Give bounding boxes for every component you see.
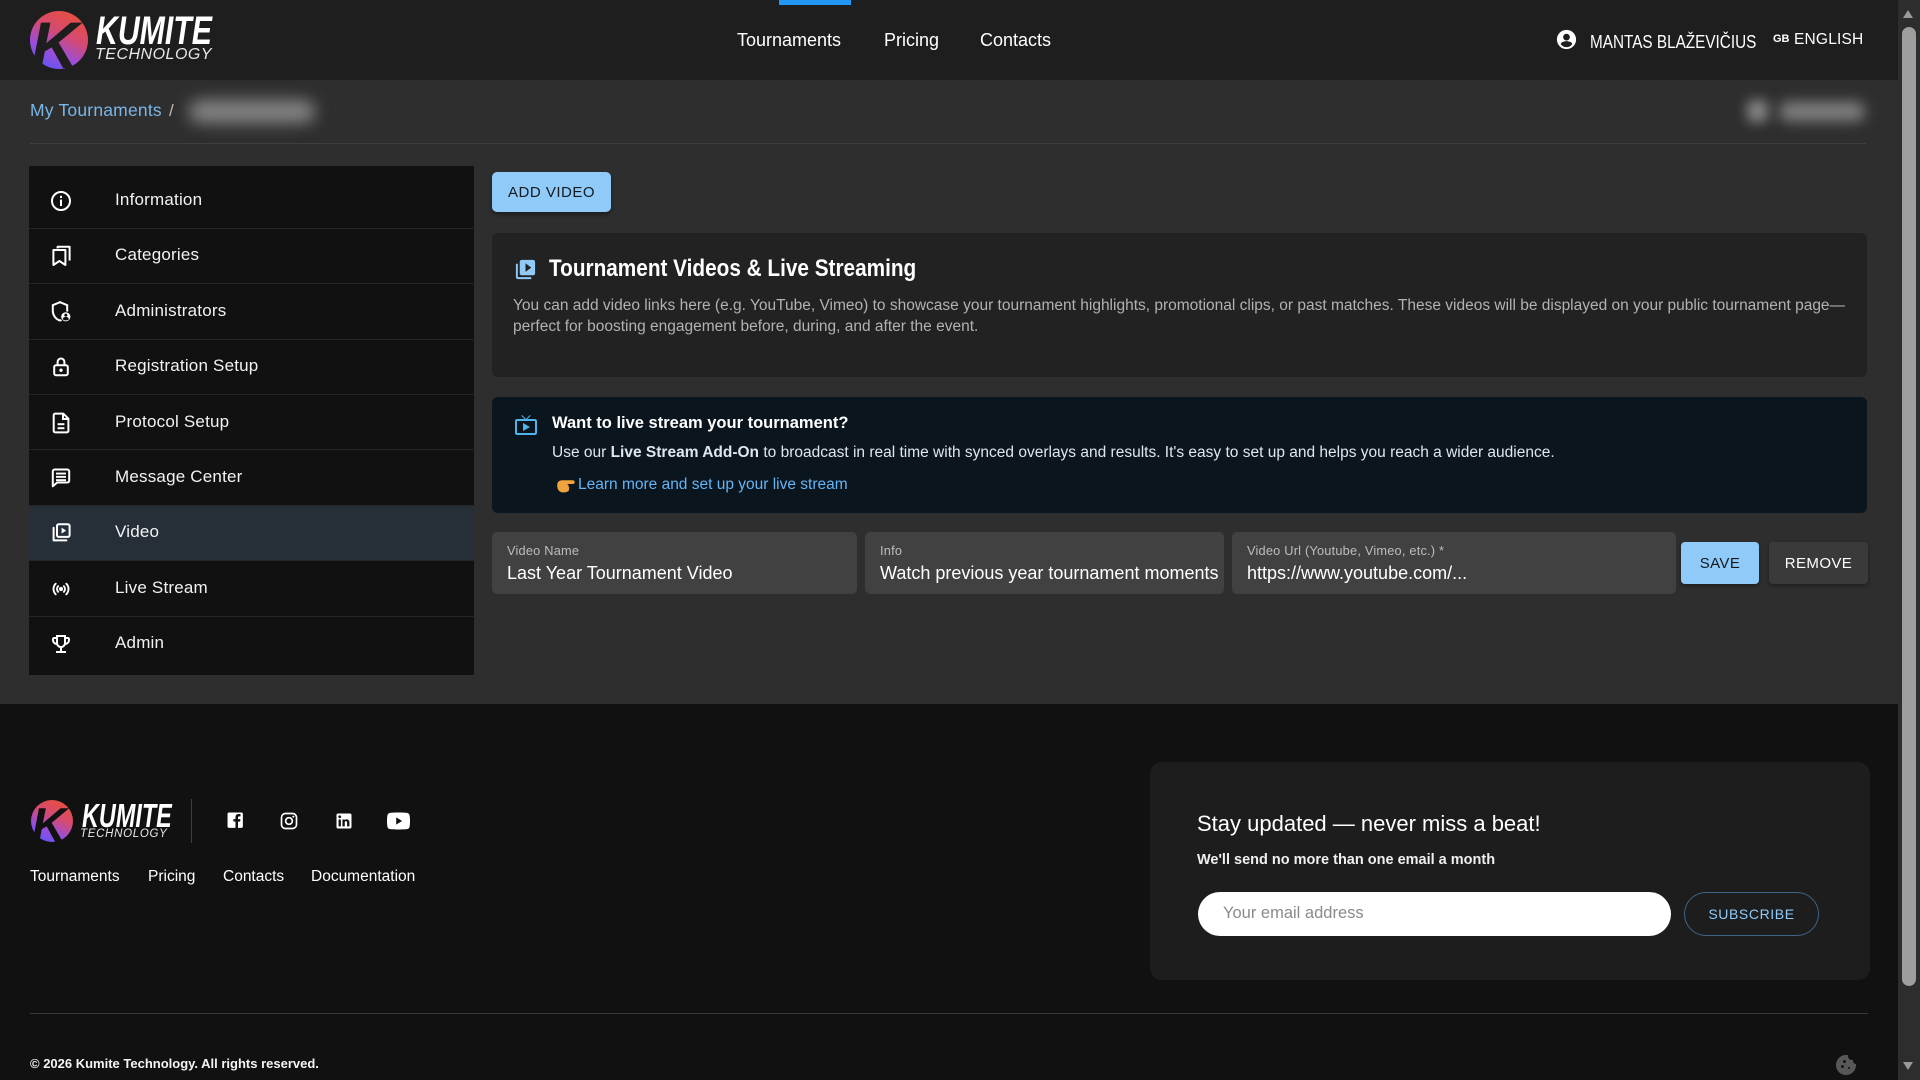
svg-text:K: K <box>32 800 70 842</box>
svg-text:K: K <box>31 11 83 69</box>
